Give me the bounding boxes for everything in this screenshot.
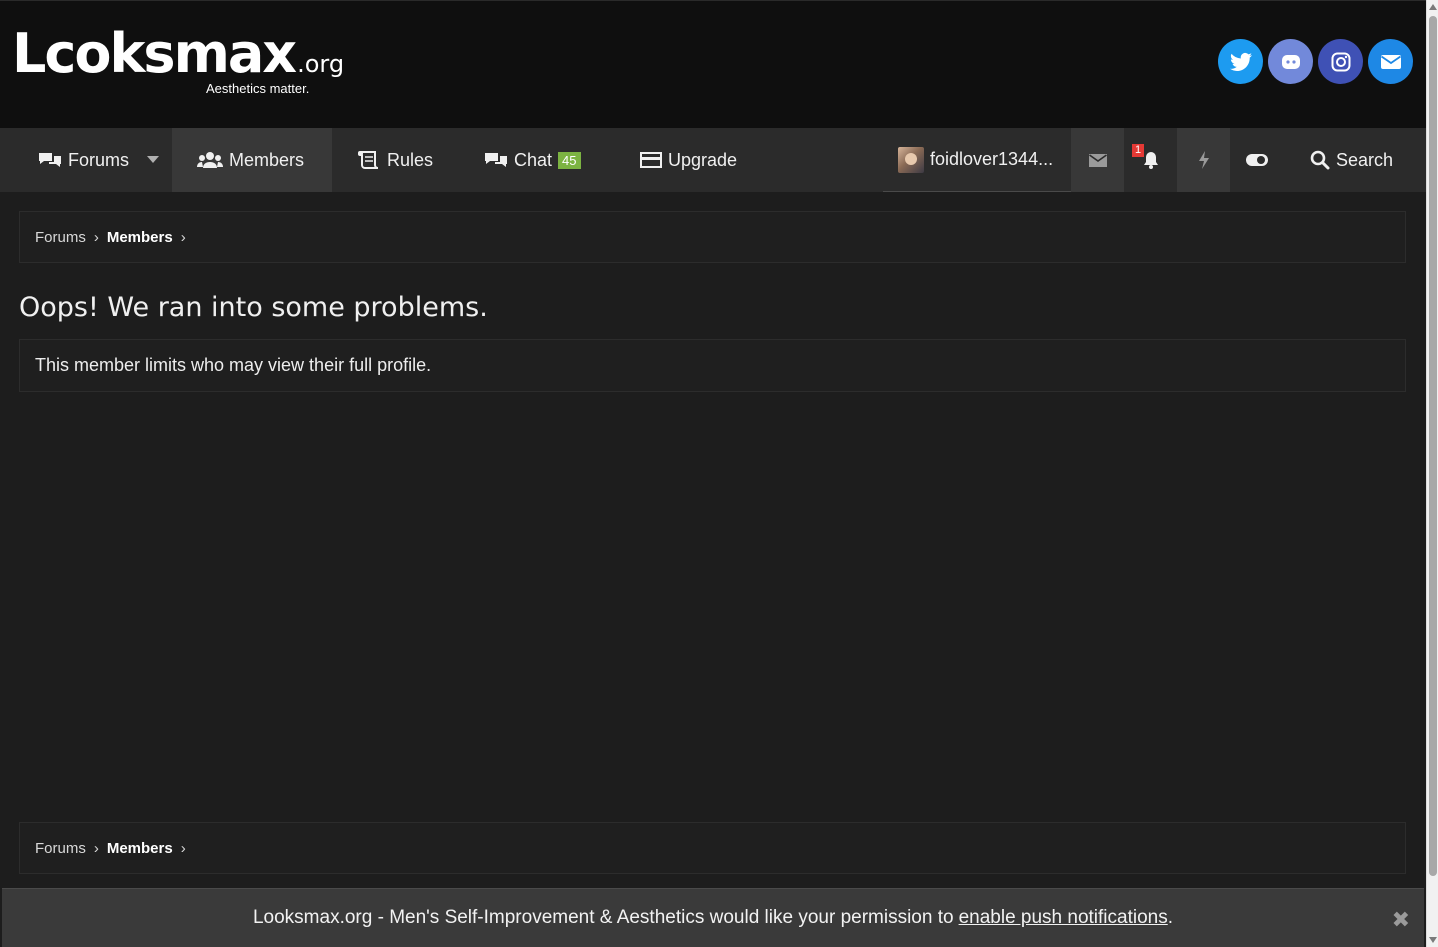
nav-upgrade-label: Upgrade <box>668 149 738 170</box>
nav-rules-label: Rules <box>387 149 434 170</box>
nav-forums-label: Forums <box>68 149 130 170</box>
conversations-button[interactable] <box>1071 128 1124 192</box>
style-toggle-button[interactable] <box>1230 128 1283 192</box>
push-text: Looksmax.org - Men's Self-Improvement & … <box>252 907 954 928</box>
nav-members[interactable]: Members <box>172 128 332 192</box>
search-label: Search <box>1336 149 1394 170</box>
nav-rules[interactable]: Rules <box>357 128 433 192</box>
bolt-icon <box>1198 151 1209 169</box>
chevron-right-icon: › <box>180 228 186 246</box>
breadcrumb: Forums › Members › <box>19 211 1406 263</box>
chevron-right-icon: › <box>93 839 99 857</box>
nav-forums-dropdown[interactable] <box>146 128 166 192</box>
toggle-icon <box>1245 154 1268 166</box>
whats-new-button[interactable] <box>1177 128 1230 192</box>
bell-icon <box>1143 152 1158 169</box>
search-icon <box>1310 150 1330 170</box>
credit-card-icon <box>640 152 662 168</box>
twitter-icon <box>1229 52 1252 71</box>
nav-chat[interactable]: Chat 45 <box>484 128 581 192</box>
comments-icon <box>39 153 61 167</box>
chat-online-badge: 45 <box>558 151 581 169</box>
chevron-right-icon: › <box>180 839 186 857</box>
instagram-icon <box>1331 52 1350 71</box>
page-scrollbar[interactable] <box>1426 0 1438 947</box>
push-period: . <box>1167 907 1174 928</box>
chat-bubbles-icon <box>485 153 507 167</box>
users-icon <box>197 152 223 168</box>
error-message-text: This member limits who may view their fu… <box>35 355 432 375</box>
email-icon <box>1380 54 1401 69</box>
scroll-down-arrow-icon[interactable] <box>1429 937 1437 943</box>
nav-upgrade[interactable]: Upgrade <box>640 128 737 192</box>
page-title: Oops! We ran into some problems. <box>19 292 488 323</box>
breadcrumb-members[interactable]: Members <box>107 229 173 246</box>
error-message: This member limits who may view their fu… <box>19 339 1406 392</box>
nav-members-label: Members <box>229 149 305 170</box>
site-logo[interactable]: Lcoksmax.org Aesthetics matter. <box>12 22 345 97</box>
instagram-button[interactable] <box>1318 39 1363 84</box>
alerts-badge: 1 <box>1132 144 1145 157</box>
nav-chat-label: Chat <box>514 149 553 170</box>
caret-down-icon <box>147 156 159 163</box>
social-links <box>1218 39 1413 84</box>
nav-forums[interactable]: Forums <box>38 128 129 192</box>
breadcrumb-bottom: Forums › Members › <box>19 822 1406 874</box>
envelope-icon <box>1088 153 1107 167</box>
breadcrumb-members[interactable]: Members <box>107 840 173 857</box>
alerts-button[interactable]: 1 <box>1124 128 1177 192</box>
discord-icon <box>1281 54 1300 69</box>
scroll-icon <box>358 151 379 169</box>
logo-suffix: .org <box>297 50 345 78</box>
chevron-right-icon: › <box>93 228 99 246</box>
enable-push-link[interactable]: enable push notifications <box>959 907 1168 929</box>
email-button[interactable] <box>1368 39 1413 84</box>
breadcrumb-forums[interactable]: Forums <box>35 229 86 246</box>
breadcrumb-forums[interactable]: Forums <box>35 840 86 857</box>
site-header: Lcoksmax.org Aesthetics matter. <box>0 0 1426 128</box>
push-notification-bar: Looksmax.org - Men's Self-Improvement & … <box>2 888 1424 947</box>
discord-button[interactable] <box>1268 39 1313 84</box>
main-navbar: Forums Members Rules Chat 45 Upgrade foi… <box>0 128 1426 192</box>
scroll-up-arrow-icon[interactable] <box>1429 4 1437 10</box>
search-button[interactable]: Search <box>1310 128 1393 192</box>
logo-tagline: Aesthetics matter. <box>206 81 310 96</box>
scrollbar-thumb[interactable] <box>1429 16 1437 876</box>
account-menu[interactable]: foidlover1344... <box>883 128 1071 192</box>
logo-text: Lcoksmax <box>12 22 297 85</box>
close-icon[interactable]: ✖ <box>1392 907 1410 933</box>
username: foidlover1344... <box>930 149 1054 169</box>
twitter-button[interactable] <box>1218 39 1263 84</box>
user-avatar <box>898 146 924 173</box>
